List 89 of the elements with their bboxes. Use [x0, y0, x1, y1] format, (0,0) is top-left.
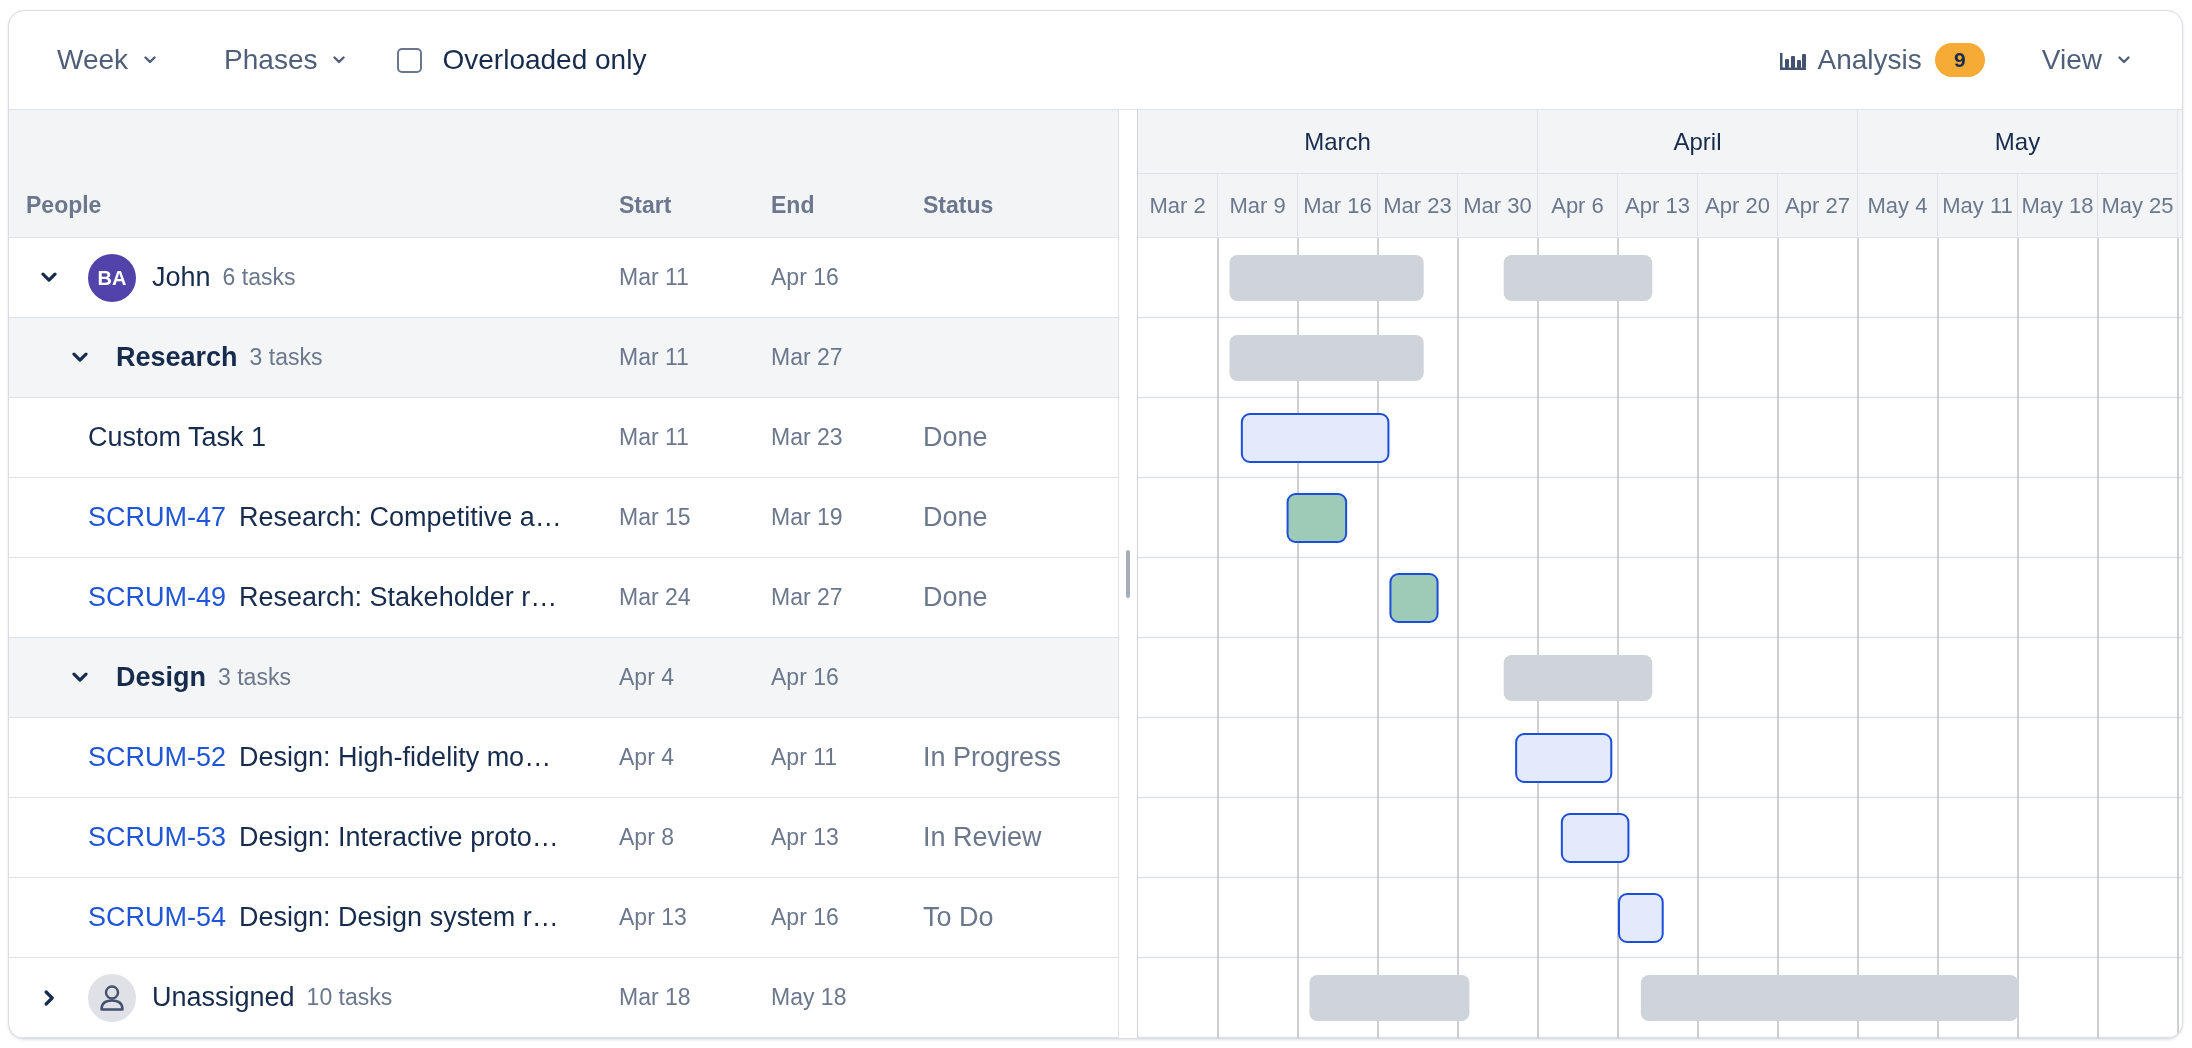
- end-date: Mar 23: [771, 424, 843, 451]
- task-title: Custom Task 1: [88, 421, 267, 455]
- checkbox-option[interactable]: Overloaded only: [397, 39, 647, 81]
- task-count: 6 tasks: [222, 263, 296, 293]
- column-header: Start: [619, 190, 672, 220]
- end-date: Apr 16: [771, 904, 839, 931]
- phase-name: Research: [116, 341, 238, 375]
- status-text: Done: [923, 582, 988, 613]
- task-count: 3 tasks: [249, 343, 323, 373]
- end-date: May 18: [771, 984, 847, 1011]
- end-date: Apr 13: [771, 824, 839, 851]
- task-count: 10 tasks: [306, 983, 393, 1013]
- start-date: Apr 8: [619, 824, 674, 851]
- end-date: Apr 16: [771, 664, 839, 691]
- chevron-down-icon[interactable]: [72, 352, 88, 363]
- issue-link[interactable]: SCRUM-54: [88, 897, 227, 938]
- start-date: Apr 4: [619, 744, 674, 771]
- column-header: End: [771, 190, 815, 220]
- week-header: May 25: [2098, 174, 2178, 237]
- issue-link[interactable]: SCRUM-47: [88, 497, 227, 538]
- analysis-button[interactable]: Analysis 9: [1763, 32, 2001, 88]
- week-header: Mar 9: [1218, 174, 1298, 237]
- checkbox[interactable]: [397, 47, 423, 73]
- end-date: Mar 27: [771, 584, 843, 611]
- week-header: Apr 27: [1778, 174, 1858, 237]
- chevron-down-icon: [333, 56, 346, 64]
- end-date: Apr 16: [771, 264, 839, 291]
- task-bar[interactable]: [1515, 733, 1613, 783]
- status-text: To Do: [923, 902, 994, 933]
- start-date: Apr 13: [619, 904, 687, 931]
- task-bar[interactable]: [1389, 573, 1439, 623]
- task-title: Design: Interactive proto…: [239, 821, 559, 855]
- status-text: In Review: [923, 822, 1042, 853]
- avatar: BA: [88, 253, 136, 302]
- phase-name: Design: [116, 661, 207, 695]
- issue-link[interactable]: SCRUM-52: [88, 737, 227, 778]
- task-bar[interactable]: [1240, 413, 1390, 463]
- start-date: Mar 24: [619, 584, 691, 611]
- month-header: May: [1858, 110, 2178, 174]
- task-bar[interactable]: [1560, 813, 1630, 863]
- start-date: Mar 11: [619, 424, 689, 451]
- week-header: Mar 2: [1138, 174, 1218, 237]
- end-date: Mar 19: [771, 504, 843, 531]
- month-header: March: [1138, 110, 1538, 174]
- week-header: Apr 13: [1618, 174, 1698, 237]
- task-bar[interactable]: [1286, 493, 1348, 543]
- bar-chart-icon: [1779, 50, 1806, 70]
- chevron-right-icon[interactable]: [43, 989, 55, 1006]
- week-header: Mar 23: [1378, 174, 1458, 237]
- start-date: Mar 18: [619, 984, 691, 1011]
- status-text: Done: [923, 502, 988, 533]
- week-header: Mar 30: [1458, 174, 1538, 237]
- status-text: Done: [923, 422, 988, 453]
- person-name: John: [152, 261, 211, 295]
- task-title: Design: High-fidelity mo…: [239, 741, 552, 775]
- chevron-down-icon[interactable]: [41, 272, 57, 283]
- week-header: May 4: [1858, 174, 1938, 237]
- start-date: Apr 4: [619, 664, 674, 691]
- month-header: April: [1538, 110, 1858, 174]
- week-header: Mar 16: [1298, 174, 1378, 237]
- week-header: Apr 6: [1538, 174, 1618, 237]
- chevron-down-icon: [2118, 56, 2130, 64]
- start-date: Mar 15: [619, 504, 691, 531]
- end-date: Mar 27: [771, 344, 843, 371]
- person-avatar-icon: [88, 973, 136, 1022]
- chevron-down-icon[interactable]: [72, 672, 88, 683]
- person-name: Unassigned: [152, 981, 295, 1015]
- week-header: May 11: [1938, 174, 2018, 237]
- task-title: Research: Competitive a…: [239, 501, 562, 535]
- dropdown-button[interactable]: Week: [41, 32, 173, 88]
- column-header: People: [26, 190, 102, 220]
- status-text: In Progress: [923, 742, 1062, 773]
- task-bar[interactable]: [1618, 893, 1664, 943]
- week-header: May 18: [2018, 174, 2098, 237]
- week-header: Apr 20: [1698, 174, 1778, 237]
- task-title: Research: Stakeholder r…: [239, 581, 558, 615]
- chevron-down-icon: [144, 56, 157, 64]
- issue-link[interactable]: SCRUM-49: [88, 577, 227, 618]
- dropdown-button[interactable]: Phases: [208, 32, 362, 88]
- dropdown-button[interactable]: View: [2025, 32, 2146, 88]
- start-date: Mar 11: [619, 264, 689, 291]
- count-badge: 9: [1934, 43, 1985, 77]
- task-title: Design: Design system r…: [239, 901, 559, 935]
- task-count: 3 tasks: [218, 663, 291, 693]
- issue-link[interactable]: SCRUM-53: [88, 817, 227, 858]
- end-date: Apr 11: [771, 744, 838, 771]
- resize-handle[interactable]: [1126, 550, 1130, 598]
- column-header: Status: [923, 190, 994, 220]
- start-date: Mar 11: [619, 344, 689, 371]
